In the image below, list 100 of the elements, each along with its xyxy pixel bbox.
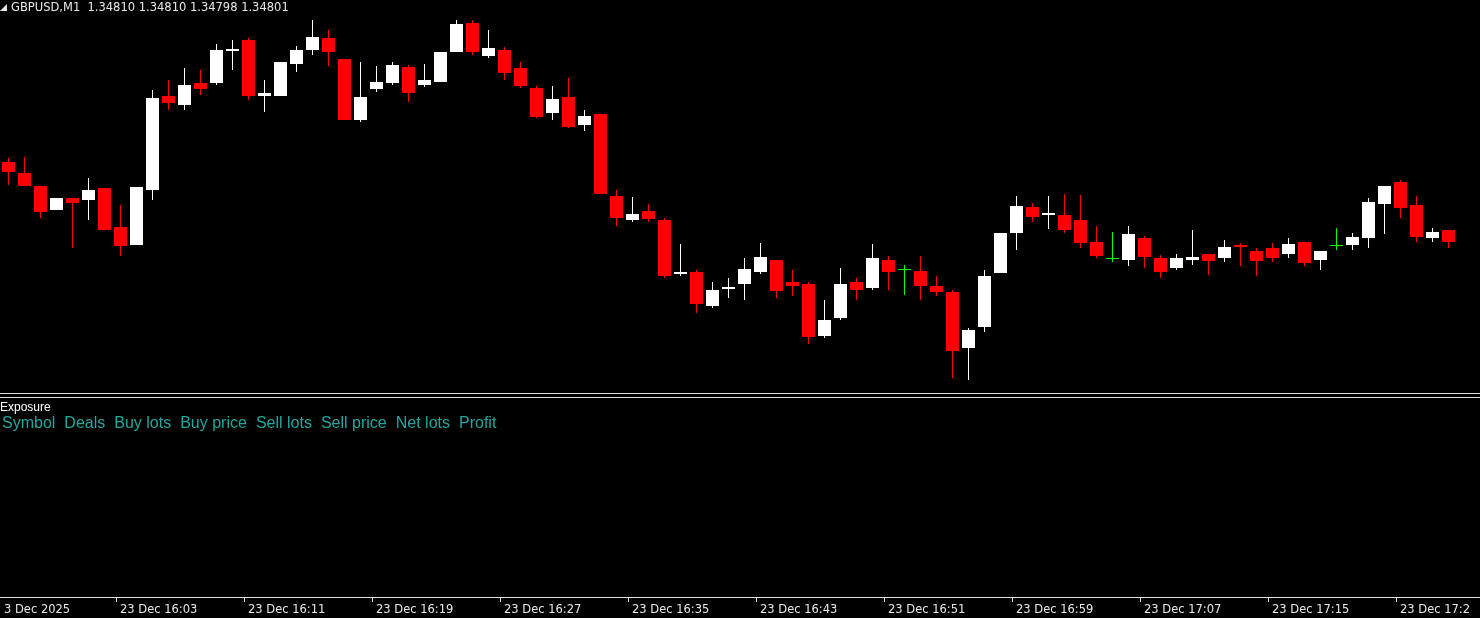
candlestick	[1426, 228, 1439, 242]
candlestick	[658, 218, 671, 278]
candlestick	[1154, 255, 1167, 278]
candlestick	[1106, 232, 1119, 262]
candlestick	[2, 158, 15, 185]
candlestick	[338, 59, 351, 120]
candlestick	[1090, 226, 1103, 258]
time-label: 23 Dec 17:07	[1140, 598, 1268, 618]
candlestick	[178, 68, 191, 110]
candlestick	[1170, 254, 1183, 270]
candlestick	[482, 30, 495, 58]
candlestick	[162, 80, 175, 110]
candlestick	[722, 278, 735, 298]
candlestick	[1122, 226, 1135, 266]
candlestick	[1378, 186, 1391, 234]
time-label: 23 Dec 16:11	[244, 598, 372, 618]
candlestick	[610, 190, 623, 226]
column-header: Buy lots	[114, 414, 172, 432]
candlestick	[226, 40, 239, 70]
candlestick	[258, 80, 271, 112]
time-label: 23 Dec 17:15	[1268, 598, 1396, 618]
candlestick	[402, 65, 415, 102]
candlestick	[642, 204, 655, 222]
candlestick	[1298, 242, 1311, 266]
candlestick	[1186, 230, 1199, 265]
candlestick	[1202, 254, 1215, 275]
candlestick	[1282, 238, 1295, 258]
time-label: 23 Dec 16:27	[500, 598, 628, 618]
candlestick	[1314, 251, 1327, 270]
triangle-icon	[0, 3, 7, 11]
candlestick	[994, 233, 1007, 273]
candlestick	[130, 187, 143, 245]
candlestick	[1362, 198, 1375, 248]
candlestick	[578, 110, 591, 131]
candlestick	[882, 256, 895, 290]
candlestick	[866, 244, 879, 290]
candlestick	[274, 62, 287, 96]
candlestick	[210, 44, 223, 85]
candlestick	[1074, 195, 1087, 248]
candlestick	[1346, 233, 1359, 250]
candlestick	[738, 258, 751, 300]
time-label: 23 Dec 16:19	[372, 598, 500, 618]
candlestick	[1250, 248, 1263, 276]
candlestick	[418, 64, 431, 87]
candlestick	[914, 256, 927, 300]
candlestick	[322, 30, 335, 66]
time-label: 23 Dec 16:35	[628, 598, 756, 618]
candlestick	[1410, 196, 1423, 242]
candlestick	[1010, 196, 1023, 250]
candlestick	[466, 20, 479, 55]
candlestick	[50, 198, 63, 210]
candlestick	[1026, 203, 1039, 222]
candlestick	[674, 244, 687, 276]
column-header: Profit	[459, 414, 497, 432]
candlestick	[754, 243, 767, 274]
candlestick	[1042, 196, 1055, 229]
column-header: Symbol	[2, 414, 56, 432]
candlestick	[194, 70, 207, 95]
column-header: Sell price	[320, 414, 387, 432]
candlestick	[1234, 243, 1247, 266]
candlestick	[450, 20, 463, 52]
candlestick	[98, 188, 111, 230]
candlestick	[1266, 243, 1279, 262]
indicator-title: Exposure	[0, 401, 51, 414]
column-header: Deals	[64, 414, 106, 432]
candlestick	[1218, 240, 1231, 262]
candlestick	[1138, 236, 1151, 268]
time-label: 23 Dec 16:03	[116, 598, 244, 618]
candlestick	[114, 205, 127, 256]
candlestick	[290, 46, 303, 72]
candlestick	[978, 270, 991, 332]
candlestick	[354, 62, 367, 122]
candlestick	[690, 270, 703, 313]
candlestick	[434, 52, 447, 82]
time-label: 23 Dec 16:59	[1012, 598, 1140, 618]
candlestick	[66, 198, 79, 248]
candlestick	[706, 282, 719, 308]
candlestick	[514, 62, 527, 88]
candlestick	[34, 186, 47, 218]
column-header: Net lots	[395, 414, 450, 432]
candlestick	[546, 86, 559, 120]
candlestick	[82, 178, 95, 220]
candlestick	[370, 66, 383, 92]
candlestick	[786, 270, 799, 296]
candlestick	[1058, 194, 1071, 233]
time-label: 23 Dec 16:43	[756, 598, 884, 618]
candlestick	[1442, 230, 1455, 248]
time-label: 3 Dec 2025	[3, 601, 72, 618]
candlestick	[530, 86, 543, 118]
symbol-quote-text: GBPUSD,M1 1.34810 1.34810 1.34798 1.34801	[11, 0, 289, 14]
column-header: Sell lots	[255, 414, 312, 432]
candlestick	[386, 62, 399, 85]
time-label: 23 Dec 17:2	[1396, 598, 1480, 618]
candlestick	[18, 157, 31, 186]
candlestick	[1330, 228, 1343, 250]
candlestick	[498, 47, 511, 80]
candlestick	[242, 38, 255, 100]
candlestick	[850, 278, 863, 300]
candlestick	[802, 282, 815, 344]
candlestick	[930, 276, 943, 296]
